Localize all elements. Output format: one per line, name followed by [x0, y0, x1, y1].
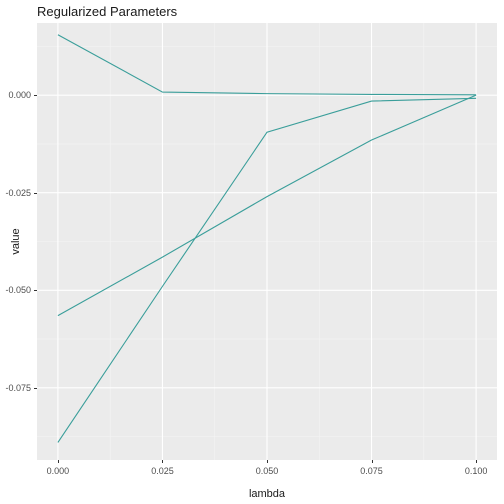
y-tick-label: -0.050 [3, 285, 31, 295]
y-tick-mark [34, 193, 37, 194]
x-tick-mark [58, 460, 59, 463]
x-tick-mark [162, 460, 163, 463]
x-tick-mark [372, 460, 373, 463]
x-tick-mark [267, 460, 268, 463]
y-tick-mark [34, 290, 37, 291]
x-tick-mark [476, 460, 477, 463]
chart-title: Regularized Parameters [37, 4, 177, 19]
x-tick-label: 0.050 [256, 466, 279, 476]
chart-figure: Regularized Parameters lambda value 0.00… [0, 0, 504, 504]
x-tick-label: 0.025 [151, 466, 174, 476]
plot-panel [37, 23, 497, 460]
x-tick-label: 0.100 [465, 466, 488, 476]
x-tick-label: 0.000 [47, 466, 70, 476]
y-axis-title: value [10, 23, 22, 460]
x-axis-title: lambda [37, 488, 497, 500]
plot-svg [37, 23, 497, 460]
x-tick-label: 0.075 [360, 466, 383, 476]
y-tick-label: -0.025 [3, 188, 31, 198]
y-tick-mark [34, 95, 37, 96]
y-tick-mark [34, 388, 37, 389]
y-tick-label: -0.075 [3, 383, 31, 393]
y-tick-label: 0.000 [3, 90, 31, 100]
